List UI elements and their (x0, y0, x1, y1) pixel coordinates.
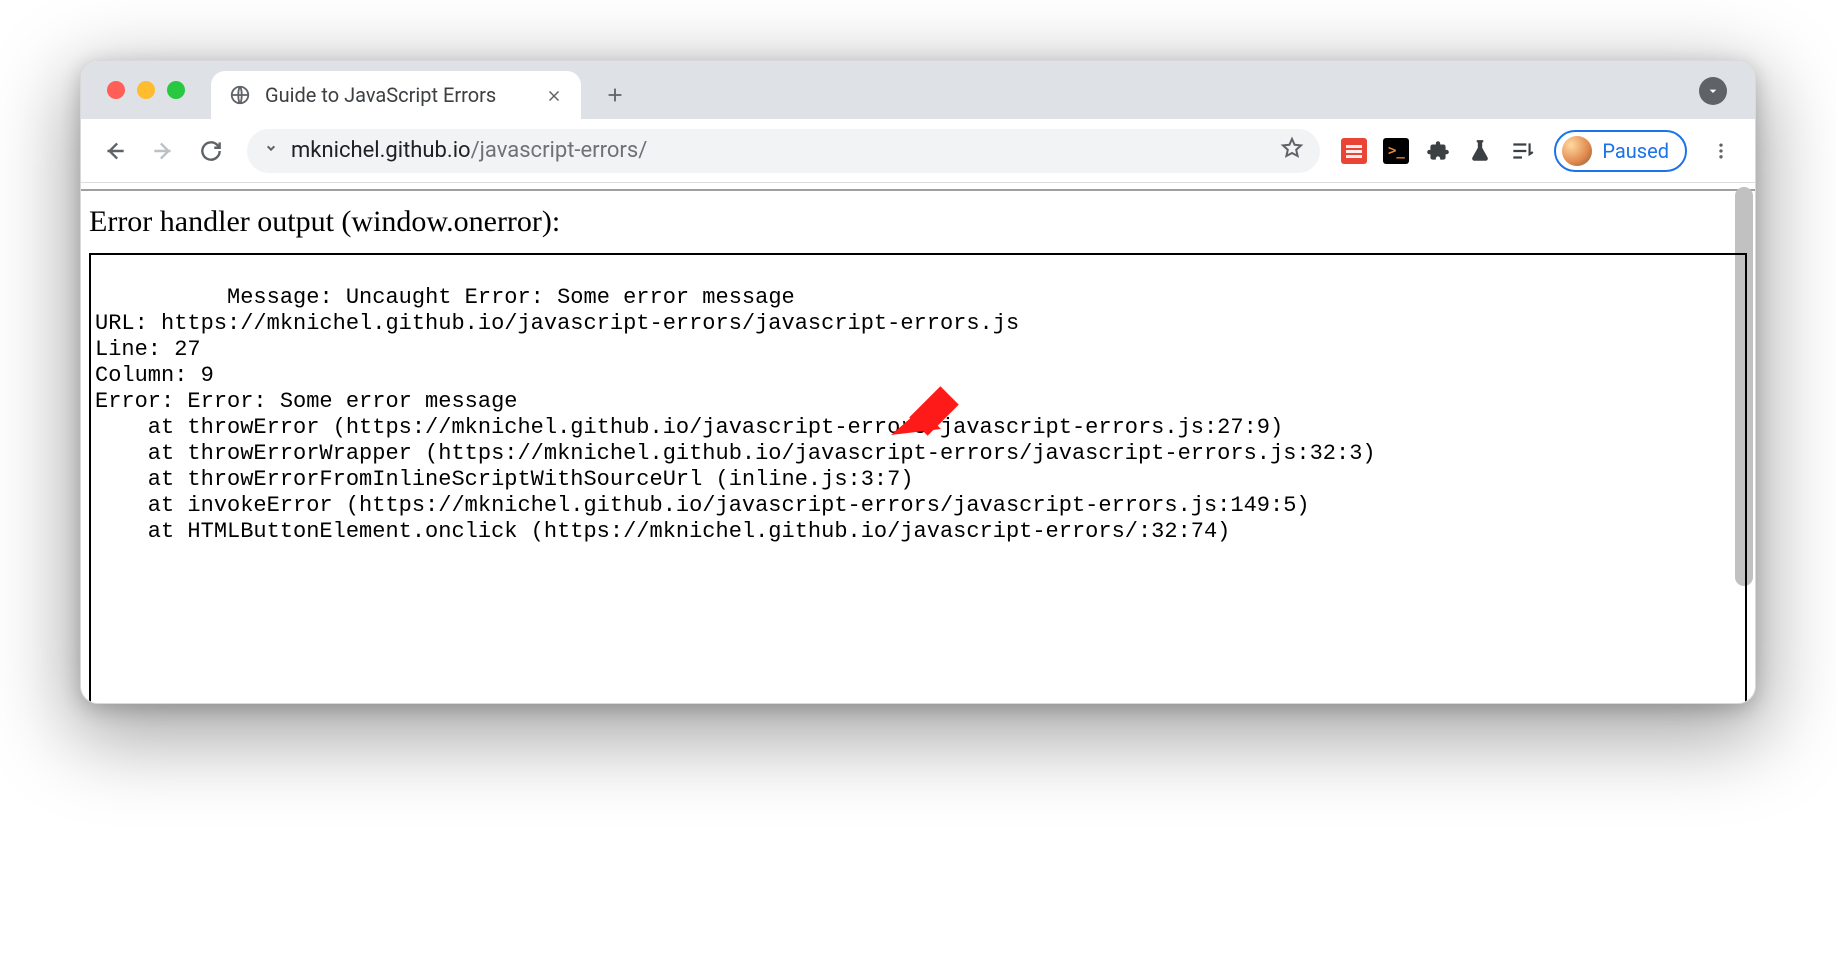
url-path: /javascript-errors/ (471, 138, 648, 163)
extension-icons: >_ (1336, 137, 1540, 165)
divider (81, 189, 1755, 191)
profile-status-label: Paused (1602, 139, 1669, 163)
back-button[interactable] (95, 131, 135, 171)
tab-search-button[interactable] (1699, 77, 1727, 105)
window-controls (81, 61, 205, 119)
site-info-button[interactable] (261, 138, 281, 164)
window-minimize-button[interactable] (137, 81, 155, 99)
extension-icon-2[interactable]: >_ (1382, 137, 1410, 165)
avatar (1562, 136, 1592, 166)
tab-title: Guide to JavaScript Errors (265, 83, 531, 107)
window-zoom-button[interactable] (167, 81, 185, 99)
page-content: Error handler output (window.onerror): M… (81, 183, 1755, 703)
browser-window: Guide to JavaScript Errors (80, 60, 1756, 704)
browser-tab[interactable]: Guide to JavaScript Errors (211, 71, 581, 119)
close-icon[interactable] (545, 86, 563, 104)
bookmark-star-icon[interactable] (1280, 136, 1304, 166)
section-heading: Error handler output (window.onerror): (81, 201, 1755, 253)
globe-icon (229, 84, 251, 106)
new-tab-button[interactable] (595, 75, 635, 115)
tab-strip: Guide to JavaScript Errors (81, 61, 1755, 119)
profile-chip[interactable]: Paused (1554, 130, 1687, 172)
toolbar: mknichel.github.io/javascript-errors/ >_ (81, 119, 1755, 183)
error-output-box: Message: Uncaught Error: Some error mess… (89, 253, 1747, 703)
extension-icon-1[interactable] (1340, 137, 1368, 165)
reload-button[interactable] (191, 131, 231, 171)
forward-button[interactable] (143, 131, 183, 171)
labs-flask-icon[interactable] (1466, 137, 1494, 165)
extensions-puzzle-icon[interactable] (1424, 137, 1452, 165)
reading-list-icon[interactable] (1508, 137, 1536, 165)
window-close-button[interactable] (107, 81, 125, 99)
url-host: mknichel.github.io (291, 138, 471, 163)
url-text: mknichel.github.io/javascript-errors/ (291, 138, 1270, 163)
kebab-menu-button[interactable] (1701, 131, 1741, 171)
address-bar[interactable]: mknichel.github.io/javascript-errors/ (247, 129, 1320, 173)
error-output-text: Message: Uncaught Error: Some error mess… (95, 285, 1376, 544)
